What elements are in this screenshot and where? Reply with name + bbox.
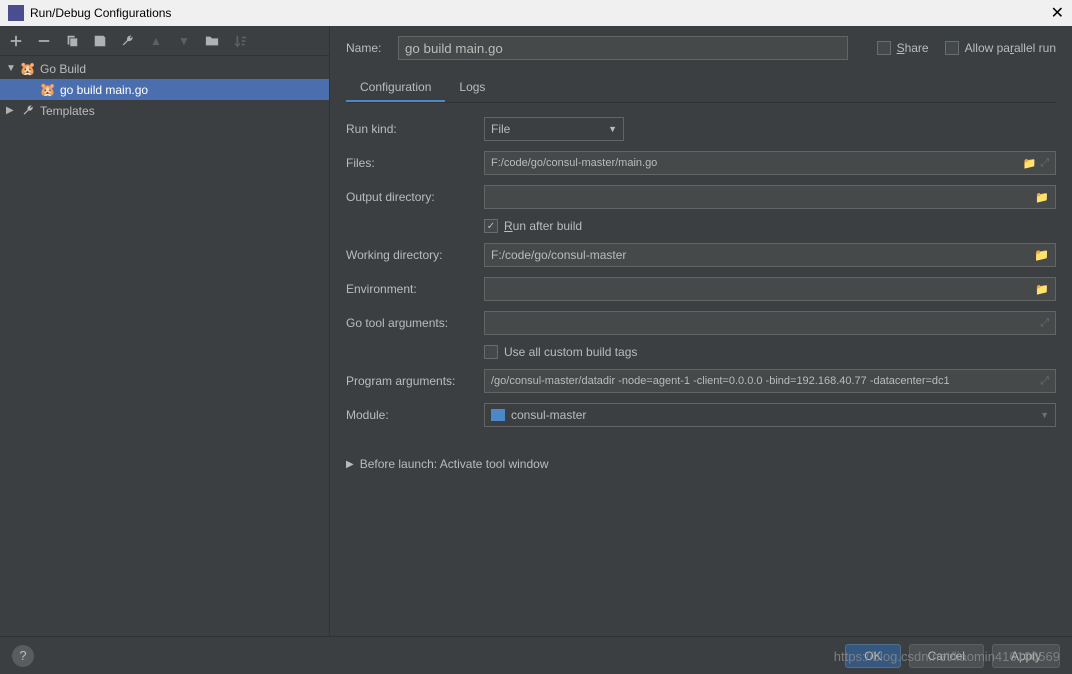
chevron-right-icon: ▶ [6, 105, 16, 116]
module-select[interactable]: consul-master ▼ [484, 403, 1056, 427]
files-label: Files: [346, 156, 474, 170]
files-input[interactable]: F:/code/go/consul-master/main.go 📁 ⤢ [484, 151, 1056, 175]
app-icon [8, 5, 24, 21]
apply-button[interactable]: Apply [992, 644, 1060, 668]
config-tree: ▼ 🐹 Go Build 🐹 go build main.go ▶ Templa… [0, 56, 329, 636]
chevron-right-icon: ▶ [346, 459, 354, 470]
add-icon[interactable] [8, 33, 24, 49]
output-dir-label: Output directory: [346, 190, 474, 204]
checkbox-icon [877, 41, 891, 55]
output-dir-input[interactable]: 📁 [484, 185, 1056, 209]
run-after-build-label: Run after build [504, 219, 582, 233]
checkbox-icon [945, 41, 959, 55]
environment-input[interactable]: 📁 [484, 277, 1056, 301]
tree-go-build[interactable]: ▼ 🐹 Go Build [0, 58, 329, 79]
go-tool-args-label: Go tool arguments: [346, 316, 474, 330]
run-after-build-checkbox[interactable]: Run after build [484, 219, 582, 233]
expand-icon[interactable]: ⤢ [1040, 375, 1049, 388]
sidebar-toolbar: ▲ ▼ [0, 26, 329, 56]
chevron-down-icon: ▼ [608, 124, 617, 134]
program-args-input[interactable]: /go/consul-master/datadir -node=agent-1 … [484, 369, 1056, 393]
browse-icon[interactable]: 📁 [1034, 248, 1049, 262]
ok-button[interactable]: OK [845, 644, 900, 668]
go-tool-args-input[interactable]: ⤢ [484, 311, 1056, 335]
tree-item-label: Go Build [40, 62, 86, 76]
tree-templates[interactable]: ▶ Templates [0, 100, 329, 121]
module-value: consul-master [511, 408, 586, 422]
browse-icon[interactable]: 📁 [1022, 157, 1036, 170]
share-checkbox[interactable]: Share [877, 41, 929, 55]
module-icon [491, 409, 505, 421]
remove-icon[interactable] [36, 33, 52, 49]
cancel-button[interactable]: Cancel [909, 644, 984, 668]
chevron-down-icon: ▼ [1040, 410, 1049, 420]
checkbox-icon [484, 345, 498, 359]
tree-item-label: go build main.go [60, 83, 148, 97]
allow-parallel-label: Allow parallel run [965, 41, 1056, 55]
folder-icon[interactable] [204, 33, 220, 49]
tree-item-label: Templates [40, 104, 95, 118]
up-icon[interactable]: ▲ [148, 33, 164, 49]
tab-configuration[interactable]: Configuration [346, 74, 445, 102]
run-kind-value: File [491, 122, 510, 136]
working-dir-value: F:/code/go/consul-master [491, 248, 626, 262]
go-icon: 🐹 [40, 82, 56, 98]
program-args-label: Program arguments: [346, 374, 474, 388]
working-dir-label: Working directory: [346, 248, 474, 262]
titlebar: Run/Debug Configurations ✕ [0, 0, 1072, 26]
wrench-icon[interactable] [120, 33, 136, 49]
bottom-bar: ? OK Cancel Apply [0, 636, 1072, 674]
name-input[interactable] [398, 36, 848, 60]
expand-icon[interactable]: ⤢ [1040, 157, 1049, 170]
window-title: Run/Debug Configurations [30, 6, 171, 20]
go-icon: 🐹 [20, 61, 36, 77]
before-launch-section[interactable]: ▶ Before launch: Activate tool window [346, 457, 1056, 471]
browse-icon[interactable]: 📁 [1035, 283, 1049, 296]
checkbox-icon [484, 219, 498, 233]
close-icon[interactable]: ✕ [1051, 3, 1064, 23]
run-kind-label: Run kind: [346, 122, 474, 136]
down-icon[interactable]: ▼ [176, 33, 192, 49]
sidebar: ▲ ▼ ▼ 🐹 Go Build 🐹 go build main.go ▶ Te… [0, 26, 330, 636]
tree-go-build-main[interactable]: 🐹 go build main.go [0, 79, 329, 100]
use-custom-tags-checkbox[interactable]: Use all custom build tags [484, 345, 637, 359]
sort-icon[interactable] [232, 33, 248, 49]
before-launch-label: Before launch: Activate tool window [360, 457, 549, 471]
help-button[interactable]: ? [12, 645, 34, 667]
files-value: F:/code/go/consul-master/main.go [491, 157, 657, 169]
run-kind-select[interactable]: File ▼ [484, 117, 624, 141]
copy-icon[interactable] [64, 33, 80, 49]
name-label: Name: [346, 41, 388, 55]
module-label: Module: [346, 408, 474, 422]
environment-label: Environment: [346, 282, 474, 296]
share-label: Share [897, 41, 929, 55]
expand-icon[interactable]: ⤢ [1040, 317, 1049, 330]
wrench-icon [20, 103, 36, 119]
use-custom-tags-label: Use all custom build tags [504, 345, 637, 359]
browse-icon[interactable]: 📁 [1035, 191, 1049, 204]
working-dir-input[interactable]: F:/code/go/consul-master 📁 [484, 243, 1056, 267]
allow-parallel-checkbox[interactable]: Allow parallel run [945, 41, 1056, 55]
chevron-down-icon: ▼ [6, 63, 16, 74]
program-args-value: /go/consul-master/datadir -node=agent-1 … [491, 375, 950, 387]
tab-logs[interactable]: Logs [445, 74, 499, 102]
tabs: Configuration Logs [346, 74, 1056, 103]
config-panel: Name: Share Allow parallel run Configura… [330, 26, 1072, 636]
save-icon[interactable] [92, 33, 108, 49]
